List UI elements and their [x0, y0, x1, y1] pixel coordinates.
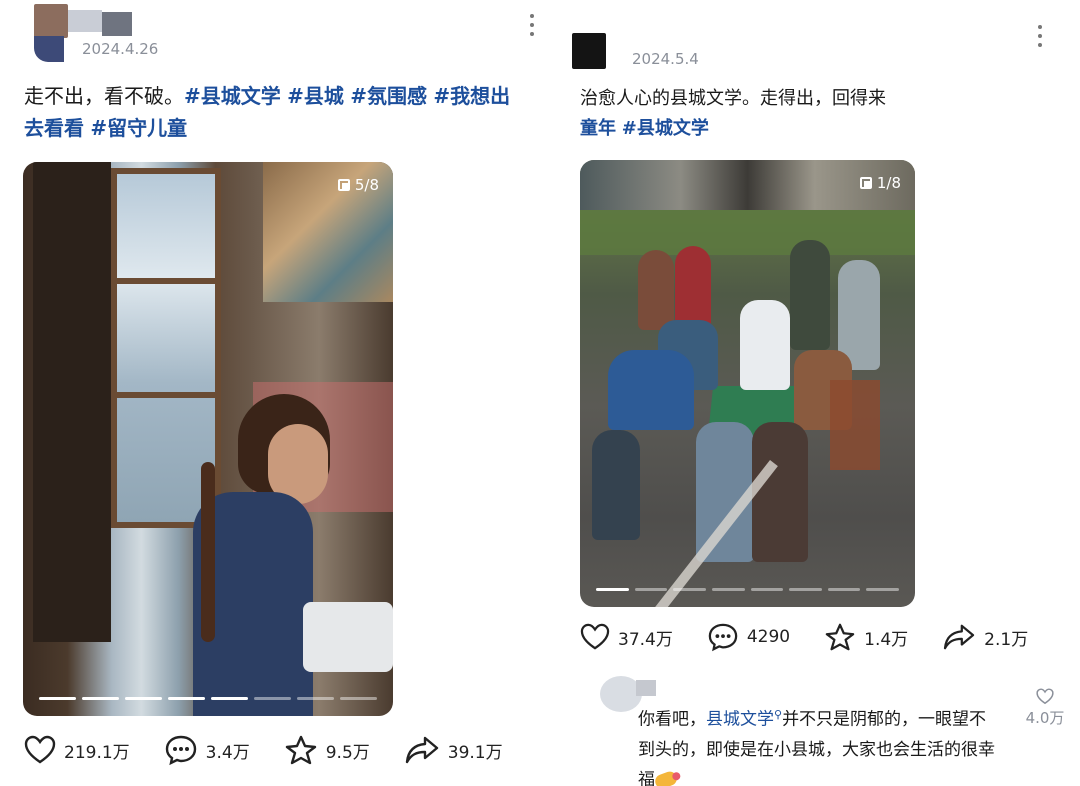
- share-count: 2.1万: [984, 629, 1029, 650]
- caption-text: 走不出，看不破。: [24, 84, 184, 108]
- post-date: 2024.5.4: [632, 50, 699, 68]
- image-counter: 5/8: [337, 176, 379, 194]
- hashtag-link[interactable]: #县城文学: [622, 118, 709, 139]
- star-icon: [285, 735, 316, 765]
- post-card-left: 2024.4.26 走不出，看不破。#县城文学 #县城 #氛围感 #我想出去看看…: [0, 0, 540, 786]
- candy-emoji-icon: [653, 769, 679, 786]
- hashtag-link[interactable]: #留守儿童: [90, 116, 187, 140]
- comment-count: 4290: [746, 627, 791, 647]
- post-photo[interactable]: 1/8: [580, 160, 915, 607]
- heart-icon: [24, 735, 56, 764]
- share-button[interactable]: 2.1万: [942, 623, 1028, 651]
- comment-prefix: 你看吧，: [638, 709, 706, 730]
- favorite-button[interactable]: 1.4万: [824, 622, 908, 652]
- favorite-count: 1.4万: [864, 629, 909, 650]
- comment-like-button[interactable]: 4.0万: [1020, 688, 1070, 728]
- more-vertical-icon[interactable]: [1036, 25, 1044, 47]
- action-bar: 37.4万 4290 1.4万 2.1万: [580, 622, 1062, 652]
- top-comment: 你看吧，县城文学⚲并不只是阴郁的，一眼望不到头的，即使是在小县城，大家也会生活的…: [638, 700, 998, 786]
- hashtag-link[interactable]: #氛围感: [350, 84, 427, 108]
- multi-image-icon: [337, 179, 350, 191]
- comment-bubble-icon: [708, 623, 738, 652]
- like-count: 219.1万: [64, 742, 130, 763]
- favorite-button[interactable]: 9.5万: [284, 734, 370, 766]
- post-caption: 走不出，看不破。#县城文学 #县城 #氛围感 #我想出去看看 #留守儿童: [24, 80, 529, 144]
- search-icon: ⚲: [774, 708, 783, 721]
- action-bar: 219.1万 3.4万 9.5万 39.1万: [24, 734, 537, 766]
- share-arrow-icon: [405, 736, 438, 764]
- multi-image-icon: [859, 177, 872, 189]
- more-vertical-icon[interactable]: [528, 14, 536, 36]
- comment-count: 3.4万: [205, 742, 250, 763]
- post-card-right: 2024.5.4 治愈人心的县城文学。走得出，回得来 童年 #县城文学 1/8: [560, 0, 1080, 786]
- heart-icon: [1036, 688, 1054, 705]
- like-button[interactable]: 37.4万: [580, 623, 673, 651]
- comment-button[interactable]: 3.4万: [164, 734, 250, 766]
- like-button[interactable]: 219.1万: [24, 735, 130, 765]
- caption-text: 治愈人心的县城文学。走得出，回得来: [580, 88, 886, 109]
- star-icon: [825, 623, 855, 651]
- post-caption: 治愈人心的县城文学。走得出，回得来 童年 #县城文学: [580, 84, 1060, 144]
- comment-button[interactable]: 4290: [707, 622, 790, 652]
- hashtag-link[interactable]: #县城文学: [184, 84, 281, 108]
- favorite-count: 9.5万: [325, 742, 370, 763]
- image-counter: 1/8: [859, 174, 901, 192]
- share-arrow-icon: [944, 624, 975, 650]
- heart-icon: [580, 623, 610, 650]
- carousel-progress: [39, 697, 377, 700]
- post-photo[interactable]: 5/8: [23, 162, 393, 716]
- post-date: 2024.4.26: [82, 40, 159, 58]
- like-count: 37.4万: [618, 629, 673, 650]
- comment-search-link[interactable]: 县城文学: [706, 710, 774, 730]
- hashtag-link[interactable]: 童年: [580, 118, 616, 139]
- comment-bubble-icon: [165, 735, 196, 766]
- share-button[interactable]: 39.1万: [404, 735, 503, 765]
- share-count: 39.1万: [447, 742, 503, 763]
- hashtag-link[interactable]: #县城: [287, 84, 344, 108]
- comment-like-count: 4.0万: [1025, 709, 1065, 727]
- carousel-progress: [596, 588, 899, 591]
- author-avatar[interactable]: [572, 33, 606, 69]
